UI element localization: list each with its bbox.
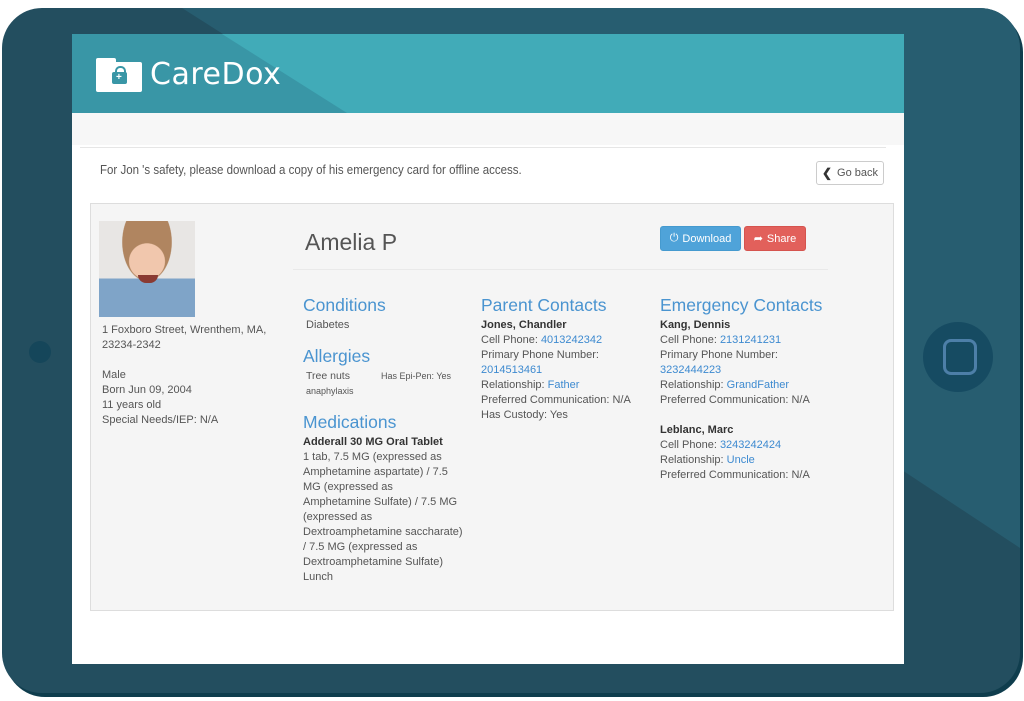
emergency-contacts-column: Emergency Contacts Kang, Dennis Cell Pho…	[660, 294, 835, 483]
brand-name: CareDox	[150, 57, 282, 92]
camera-icon	[29, 341, 51, 363]
notice-bar: For Jon 's safety, please download a cop…	[80, 147, 886, 192]
contact-relationship: Relationship: Uncle	[660, 454, 755, 466]
allergy-epipen: Has Epi-Pen: Yes	[381, 371, 452, 381]
age: 11 years old	[102, 399, 162, 411]
home-square-icon	[943, 339, 977, 375]
primary-phone-link[interactable]: 2014513461	[481, 363, 656, 378]
contact-preferred: Preferred Communication: N/A	[660, 469, 810, 481]
primary-phone-link[interactable]: 3232444223	[660, 363, 835, 378]
medication-dosage: 1 tab, 7.5 MG (expressed as Amphetamine …	[303, 451, 463, 568]
contact-primary-label: Primary Phone Number:	[481, 349, 599, 361]
contact-name: Leblanc, Marc	[660, 424, 734, 436]
medication-time: Lunch	[303, 571, 333, 583]
condition-item: Diabetes	[306, 319, 350, 331]
emergency-card: 1 Foxboro Street, Wrenthem, MA, 23234-23…	[90, 203, 894, 611]
student-name: Amelia P	[305, 229, 398, 255]
allergy-reaction: anaphylaxis	[306, 386, 354, 396]
app-header: + CareDox	[72, 34, 904, 113]
allergies-title: Allergies	[303, 346, 371, 366]
cell-phone-link[interactable]: 3243242424	[720, 439, 781, 451]
brand-logo[interactable]: + CareDox	[96, 57, 281, 92]
go-back-button[interactable]: ❮ Go back	[816, 161, 884, 185]
address-line2: 23234-2342	[102, 339, 161, 351]
contact-relationship: Relationship: GrandFather	[660, 379, 790, 391]
contact-preferred: Preferred Communication: N/A	[660, 394, 810, 406]
folder-lock-icon: +	[96, 57, 142, 92]
go-back-label: Go back	[837, 167, 879, 179]
medications-title: Medications	[303, 412, 397, 432]
share-arrow-icon: ➦	[753, 233, 763, 245]
notice-text: For Jon 's safety, please download a cop…	[100, 163, 522, 177]
special-needs: Special Needs/IEP: N/A	[102, 414, 219, 426]
allergy-name: Tree nuts	[306, 370, 350, 382]
student-info: 1 Foxboro Street, Wrenthem, MA, 23234-23…	[102, 323, 277, 428]
sub-bar	[72, 113, 904, 145]
contact-primary-label: Primary Phone Number:	[660, 349, 778, 361]
conditions-title: Conditions	[303, 295, 386, 315]
contact-cell: Cell Phone: 4013242342	[481, 334, 603, 346]
cell-phone-link[interactable]: 4013242342	[541, 334, 602, 346]
birth-date: Born Jun 09, 2004	[102, 384, 192, 396]
parent-contacts-title: Parent Contacts	[481, 295, 607, 315]
divider	[293, 269, 828, 270]
medication-name: Adderall 30 MG Oral Tablet	[303, 436, 443, 448]
contact-preferred: Preferred Communication: N/A	[481, 394, 631, 406]
relationship-value: Father	[547, 379, 580, 391]
chevron-left-icon: ❮	[821, 166, 833, 180]
home-button[interactable]	[923, 322, 993, 392]
download-label: Download	[682, 232, 732, 245]
contact-cell: Cell Phone: 2131241231	[660, 334, 782, 346]
contact-custody: Has Custody: Yes	[481, 409, 568, 421]
emergency-contacts-title: Emergency Contacts	[660, 295, 823, 315]
student-photo	[99, 221, 195, 317]
relationship-value: GrandFather	[726, 379, 790, 391]
contact-name: Kang, Dennis	[660, 319, 731, 331]
download-circle-icon: ⏻	[669, 232, 679, 244]
parent-contacts-column: Parent Contacts Jones, Chandler Cell Pho…	[481, 294, 656, 423]
contact-relationship: Relationship: Father	[481, 379, 580, 391]
screen: + CareDox For Jon 's safety, please down…	[72, 34, 904, 664]
share-button[interactable]: ➦ Share	[744, 226, 806, 251]
download-button[interactable]: ⏻ Download	[660, 226, 741, 251]
share-label: Share	[766, 232, 797, 245]
contact-name: Jones, Chandler	[481, 319, 567, 331]
allergy-item: Tree nuts Has Epi-Pen: Yes	[303, 369, 478, 384]
relationship-value: Uncle	[726, 454, 755, 466]
contact-cell: Cell Phone: 3243242424	[660, 439, 782, 451]
gender: Male	[102, 369, 126, 381]
cell-phone-link[interactable]: 2131241231	[720, 334, 781, 346]
address-line1: 1 Foxboro Street, Wrenthem, MA,	[102, 324, 267, 336]
health-column: Conditions Diabetes Allergies Tree nuts …	[303, 294, 478, 585]
